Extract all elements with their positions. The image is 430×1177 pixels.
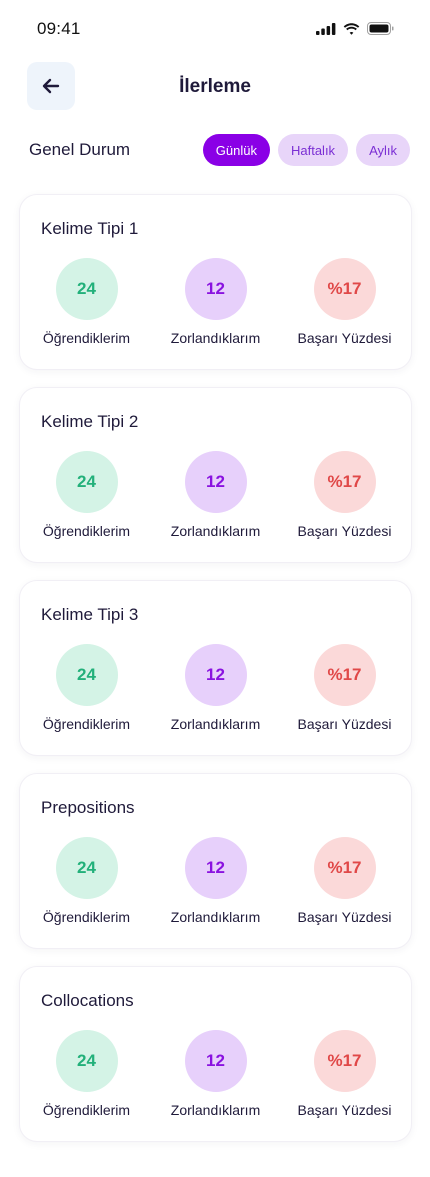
success-label: Başarı Yüzdesi — [297, 716, 392, 732]
success-rate: %17 — [313, 837, 376, 899]
struggled-label: Zorlandıklarım — [170, 909, 261, 925]
struggled-label: Zorlandıklarım — [170, 716, 261, 732]
success-label: Başarı Yüzdesi — [297, 1102, 392, 1118]
struggled-label: Zorlandıklarım — [170, 1102, 261, 1118]
status-icons — [316, 22, 394, 35]
success-label: Başarı Yüzdesi — [297, 330, 392, 346]
progress-card[interactable]: Collocations 24 Öğrendiklerim 12 Zorland… — [19, 966, 412, 1142]
period-filter: Günlük Haftalık Aylık — [202, 134, 410, 166]
success-label: Başarı Yüzdesi — [297, 909, 392, 925]
learned-label: Öğrendiklerim — [42, 330, 131, 346]
learned-count: 24 — [55, 451, 118, 513]
stat-success: %17 Başarı Yüzdesi — [283, 837, 407, 925]
progress-card[interactable]: Kelime Tipi 2 24 Öğrendiklerim 12 Zorlan… — [19, 387, 412, 563]
stat-success: %17 Başarı Yüzdesi — [283, 451, 407, 539]
progress-card[interactable]: Kelime Tipi 1 24 Öğrendiklerim 12 Zorlan… — [19, 194, 412, 370]
stat-learned: 24 Öğrendiklerim — [25, 1030, 149, 1118]
battery-icon — [367, 22, 394, 35]
filter-chip-daily[interactable]: Günlük — [202, 134, 270, 166]
success-rate: %17 — [313, 1030, 376, 1092]
page-title: İlerleme — [179, 76, 251, 97]
learned-count: 24 — [55, 837, 118, 899]
cellular-signal-icon — [316, 22, 336, 35]
struggled-label: Zorlandıklarım — [170, 330, 261, 346]
learned-label: Öğrendiklerim — [42, 716, 131, 732]
learned-label: Öğrendiklerim — [42, 909, 131, 925]
stat-learned: 24 Öğrendiklerim — [25, 837, 149, 925]
status-time: 09:41 — [37, 19, 81, 38]
card-stats: 24 Öğrendiklerim 12 Zorlandıklarım %17 B… — [20, 1030, 411, 1118]
card-title: Kelime Tipi 2 — [41, 412, 139, 431]
success-rate: %17 — [313, 644, 376, 706]
card-stats: 24 Öğrendiklerim 12 Zorlandıklarım %17 B… — [20, 644, 411, 732]
overview-row: Genel Durum Günlük Haftalık Aylık — [0, 134, 430, 166]
stat-learned: 24 Öğrendiklerim — [25, 258, 149, 346]
stat-struggled: 12 Zorlandıklarım — [154, 644, 278, 732]
success-rate: %17 — [313, 258, 376, 320]
card-stats: 24 Öğrendiklerim 12 Zorlandıklarım %17 B… — [20, 451, 411, 539]
progress-card[interactable]: Kelime Tipi 3 24 Öğrendiklerim 12 Zorlan… — [19, 580, 412, 756]
learned-count: 24 — [55, 1030, 118, 1092]
stat-success: %17 Başarı Yüzdesi — [283, 1030, 407, 1118]
filter-chip-weekly[interactable]: Haftalık — [277, 134, 349, 166]
struggled-count: 12 — [184, 837, 247, 899]
success-label: Başarı Yüzdesi — [297, 523, 392, 539]
learned-count: 24 — [55, 258, 118, 320]
filter-chip-monthly[interactable]: Aylık — [356, 134, 410, 166]
wifi-icon — [343, 22, 360, 35]
card-title: Kelime Tipi 1 — [41, 219, 139, 238]
struggled-count: 12 — [184, 451, 247, 513]
card-stats: 24 Öğrendiklerim 12 Zorlandıklarım %17 B… — [20, 837, 411, 925]
stat-success: %17 Başarı Yüzdesi — [283, 644, 407, 732]
stat-struggled: 12 Zorlandıklarım — [154, 1030, 278, 1118]
stat-struggled: 12 Zorlandıklarım — [154, 451, 278, 539]
struggled-count: 12 — [184, 1030, 247, 1092]
header: İlerleme — [0, 62, 430, 112]
section-title: Genel Durum — [29, 140, 131, 159]
learned-label: Öğrendiklerim — [42, 1102, 131, 1118]
struggled-count: 12 — [184, 258, 247, 320]
stat-success: %17 Başarı Yüzdesi — [283, 258, 407, 346]
card-title: Kelime Tipi 3 — [41, 605, 139, 624]
learned-label: Öğrendiklerim — [42, 523, 131, 539]
stat-struggled: 12 Zorlandıklarım — [154, 837, 278, 925]
struggled-count: 12 — [184, 644, 247, 706]
learned-count: 24 — [55, 644, 118, 706]
stat-learned: 24 Öğrendiklerim — [25, 451, 149, 539]
stat-learned: 24 Öğrendiklerim — [25, 644, 149, 732]
progress-card[interactable]: Prepositions 24 Öğrendiklerim 12 Zorland… — [19, 773, 412, 949]
card-title: Prepositions — [41, 798, 135, 817]
stat-struggled: 12 Zorlandıklarım — [154, 258, 278, 346]
progress-card-list: Kelime Tipi 1 24 Öğrendiklerim 12 Zorlan… — [19, 194, 412, 1159]
card-title: Collocations — [41, 991, 134, 1010]
status-bar: 09:41 — [0, 0, 430, 60]
success-rate: %17 — [313, 451, 376, 513]
card-stats: 24 Öğrendiklerim 12 Zorlandıklarım %17 B… — [20, 258, 411, 346]
struggled-label: Zorlandıklarım — [170, 523, 261, 539]
